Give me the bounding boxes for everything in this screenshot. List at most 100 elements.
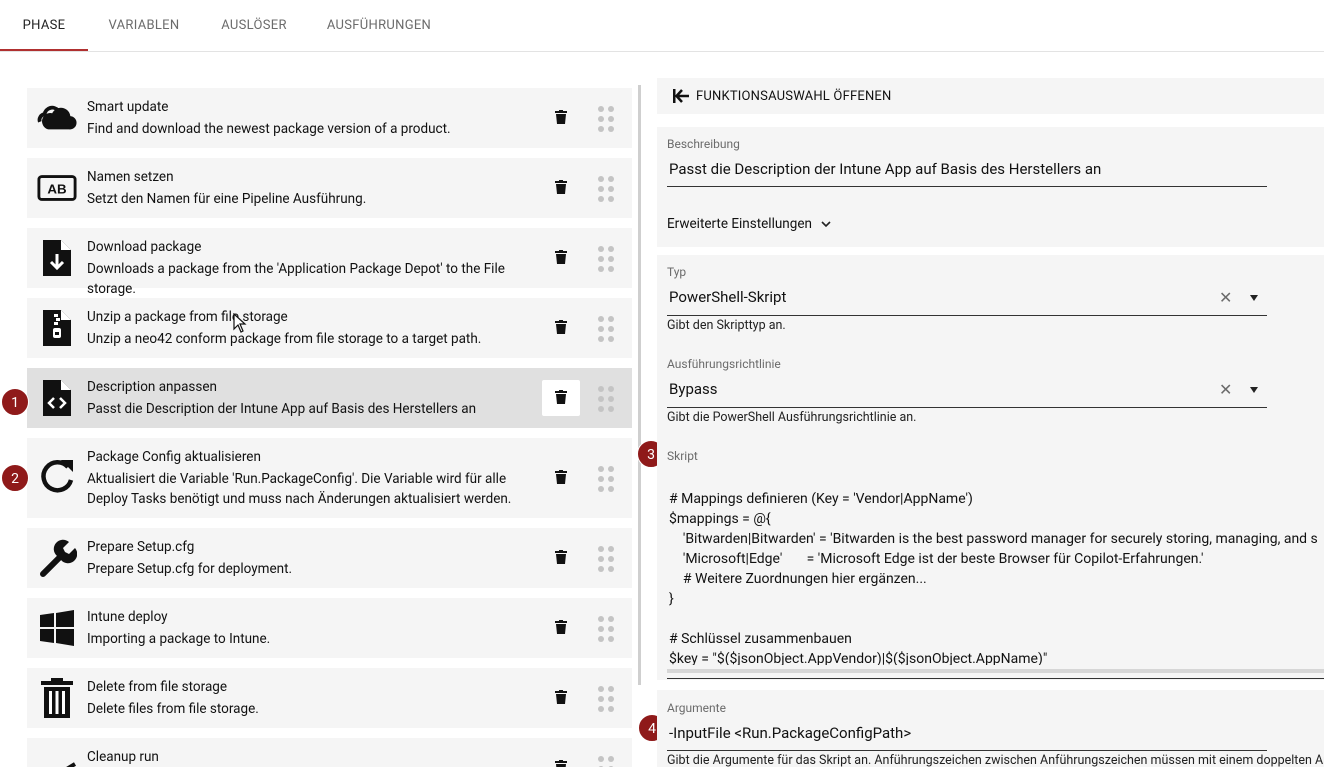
trash-icon	[555, 319, 567, 338]
tab-ausfuehrungen[interactable]: AUSFÜHRUNGEN	[322, 0, 436, 51]
cloud-icon	[37, 100, 77, 136]
script-line	[669, 469, 1318, 489]
delete-step-button[interactable]	[542, 240, 580, 276]
step-item[interactable]: Prepare Setup.cfg Prepare Setup.cfg for …	[27, 528, 632, 588]
trash-icon	[555, 689, 567, 708]
description-section: Beschreibung Passt die Description der I…	[657, 127, 1324, 247]
script-line: $mappings = @{	[669, 511, 771, 527]
annotation-badge-2: 2	[1, 464, 29, 492]
drag-handle[interactable]	[596, 544, 616, 574]
trash-icon	[555, 389, 567, 408]
policy-label: Ausführungsrichtlinie	[667, 357, 781, 371]
step-description: Importing a package to Intune.	[87, 631, 271, 647]
script-line: }	[669, 591, 674, 607]
delete-step-button[interactable]	[542, 540, 580, 576]
step-title: Package Config aktualisieren	[87, 449, 261, 465]
open-functions-label: FUNKTIONSAUSWAHL ÖFFENEN	[696, 89, 892, 104]
step-item[interactable]: AB Namen setzen Setzt den Namen für eine…	[27, 158, 632, 218]
step-title: Download package	[87, 239, 202, 255]
clear-type-icon[interactable]: ✕	[1219, 288, 1232, 307]
trash-icon	[555, 759, 567, 767]
delete-step-button[interactable]	[542, 610, 580, 646]
annotation-badge-1: 1	[1, 388, 29, 416]
policy-dropdown-caret-icon[interactable]	[1250, 387, 1258, 393]
step-description: Prepare Setup.cfg for deployment.	[87, 561, 293, 577]
drag-handle[interactable]	[596, 384, 616, 414]
delete-step-button[interactable]	[542, 750, 580, 767]
ab-label-icon: AB	[37, 170, 77, 206]
delete-step-button[interactable]	[542, 380, 580, 416]
drag-handle[interactable]	[596, 244, 616, 274]
type-dropdown-caret-icon[interactable]	[1250, 295, 1258, 301]
step-description: Unzip a neo42 conform package from file …	[87, 331, 482, 347]
step-item[interactable]: Download package Downloads a package fro…	[27, 228, 632, 297]
step-item[interactable]: Package Config aktualisieren Aktualisier…	[27, 438, 632, 518]
trash-icon	[555, 109, 567, 128]
script-label: Skript	[667, 449, 698, 463]
delete-step-button[interactable]	[542, 170, 580, 206]
type-label: Typ	[667, 265, 687, 279]
drag-handle[interactable]	[596, 104, 616, 134]
file-zip-icon	[37, 310, 77, 346]
step-description: Aktualisiert die Variable 'Run.PackageCo…	[87, 471, 512, 507]
step-list-scrollbar[interactable]	[638, 85, 641, 685]
advanced-settings-label: Erweiterte Einstellungen	[667, 216, 812, 232]
drag-handle[interactable]	[596, 754, 616, 767]
step-title: Unzip a package from file storage	[87, 309, 288, 325]
trash-can-icon	[37, 678, 77, 718]
open-functions-button[interactable]: FUNKTIONSAUSWAHL ÖFFENEN	[657, 78, 1324, 114]
drag-handle[interactable]	[596, 464, 616, 494]
tab-phase[interactable]: PHASE	[0, 0, 88, 51]
step-item[interactable]: Unzip a package from file storage Unzip …	[27, 298, 632, 358]
file-download-icon	[37, 240, 77, 276]
step-title: Intune deploy	[87, 609, 168, 625]
policy-select[interactable]: Bypass	[669, 380, 718, 398]
script-code[interactable]: # Mappings definieren (Key = 'Vendor|App…	[669, 469, 1318, 665]
trash-icon	[555, 549, 567, 568]
refresh-icon	[37, 458, 77, 494]
script-underline	[667, 678, 1324, 679]
delete-step-button[interactable]	[542, 100, 580, 136]
description-input[interactable]: Passt die Description der Intune App auf…	[669, 160, 1101, 178]
step-item[interactable]: Cleanup run	[27, 738, 632, 767]
trash-icon	[555, 619, 567, 638]
arguments-section: Argumente -InputFile <Run.PackageConfigP…	[657, 690, 1324, 768]
script-line	[669, 609, 1318, 629]
arguments-input[interactable]: -InputFile <Run.PackageConfigPath>	[669, 724, 911, 742]
trash-icon	[555, 179, 567, 198]
script-editor[interactable]: Skript # Mappings definieren (Key = 'Ven…	[657, 447, 1324, 665]
description-label: Beschreibung	[667, 137, 740, 151]
step-item[interactable]: Intune deploy Importing a package to Int…	[27, 598, 632, 658]
policy-hint: Gibt die PowerShell Ausführungsrichtlini…	[667, 410, 917, 425]
step-description: Find and download the newest package ver…	[87, 121, 451, 137]
policy-underline	[667, 407, 1267, 408]
wrench-icon	[37, 539, 77, 577]
collapse-left-icon	[673, 88, 689, 107]
tab-ausloeser[interactable]: AUSLÖSER	[212, 0, 296, 51]
svg-text:AB: AB	[47, 182, 67, 197]
tab-variablen[interactable]: VARIABLEN	[100, 0, 188, 51]
advanced-settings-toggle[interactable]: Erweiterte Einstellungen	[667, 216, 831, 232]
clear-policy-icon[interactable]: ✕	[1219, 380, 1232, 399]
drag-handle[interactable]	[596, 174, 616, 204]
drag-handle[interactable]	[596, 684, 616, 714]
file-code-icon	[37, 380, 77, 416]
step-item-selected[interactable]: Description anpassen Passt die Descripti…	[27, 368, 632, 428]
step-item[interactable]: Smart update Find and download the newes…	[27, 88, 632, 148]
chevron-down-icon	[821, 216, 831, 232]
delete-step-button[interactable]	[542, 460, 580, 496]
description-underline	[667, 186, 1267, 187]
arguments-hint: Gibt die Argumente für das Skript an. An…	[667, 753, 1324, 768]
script-line: 'Microsoft|Edge' = 'Microsoft Edge ist d…	[669, 551, 1204, 567]
drag-handle[interactable]	[596, 314, 616, 344]
script-horizontal-scrollbar[interactable]	[667, 669, 1324, 673]
tab-bar: PHASE VARIABLEN AUSLÖSER AUSFÜHRUNGEN	[0, 0, 1324, 52]
script-line: 'Bitwarden|Bitwarden' = 'Bitwarden is th…	[669, 531, 1318, 547]
step-title: Prepare Setup.cfg	[87, 539, 195, 555]
drag-handle[interactable]	[596, 614, 616, 644]
delete-step-button[interactable]	[542, 680, 580, 716]
step-item[interactable]: Delete from file storage Delete files fr…	[27, 668, 632, 728]
type-select[interactable]: PowerShell-Skript	[669, 288, 786, 306]
step-description: Passt die Description der Intune App auf…	[87, 401, 477, 417]
delete-step-button[interactable]	[542, 310, 580, 346]
